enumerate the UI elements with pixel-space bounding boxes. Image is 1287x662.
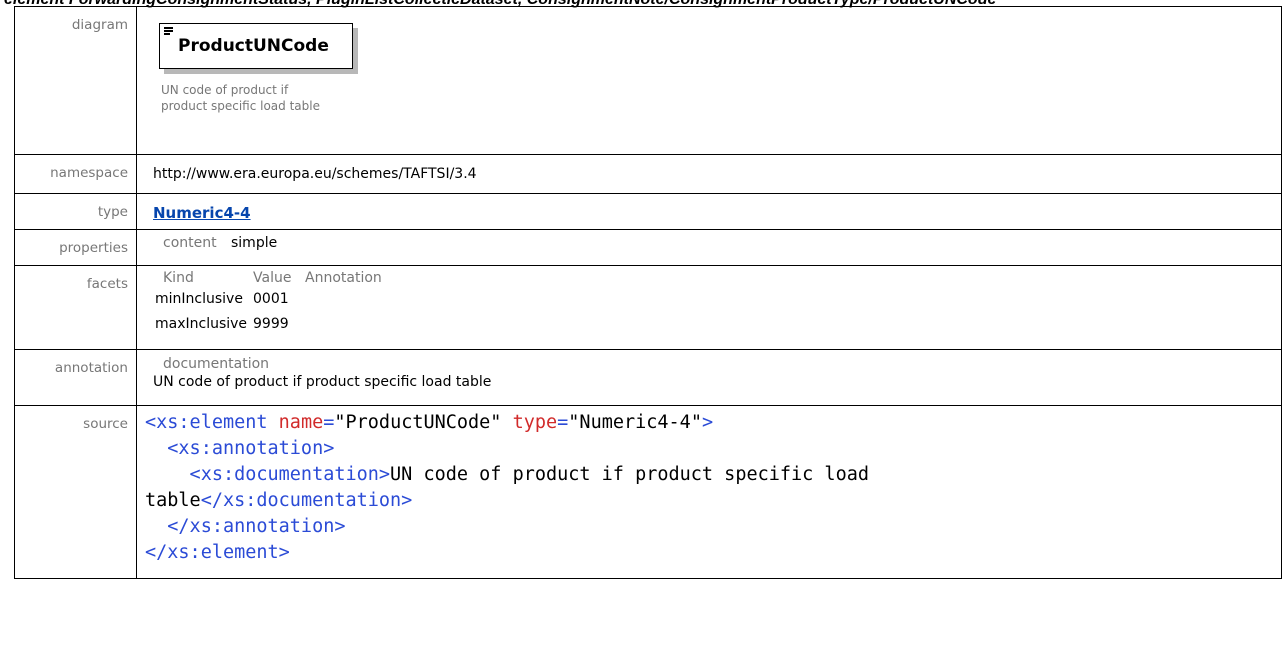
source-code: <xs:element name="ProductUNCode" type="N… (145, 412, 869, 563)
facet-kind: minInclusive (155, 291, 243, 307)
type-row: type Numeric4-4 (14, 193, 1282, 230)
element-diagram[interactable]: ProductUNCode UN code of product if prod… (159, 23, 369, 143)
namespace-label: namespace (14, 154, 137, 194)
facets-header: Kind Value Annotation (137, 266, 1281, 286)
diagram-label: diagram (14, 6, 137, 155)
type-link[interactable]: Numeric4-4 (153, 204, 251, 222)
namespace-row: namespace http://www.era.europa.eu/schem… (14, 154, 1282, 194)
diagram-element-name: ProductUNCode (178, 36, 329, 56)
annotation-row: annotation documentation UN code of prod… (14, 349, 1282, 406)
source-row: source <xs:element name="ProductUNCode" … (14, 405, 1282, 579)
source-label: source (14, 405, 137, 579)
diagram-row: diagram ProductUNCode UN code of product… (14, 6, 1282, 155)
annotation-text: UN code of product if product specific l… (153, 374, 492, 390)
property-content: content simple (137, 230, 1281, 251)
annotation-key: documentation (163, 356, 270, 372)
facet-kind: maxInclusive (155, 316, 248, 332)
facet-value: 0001 (253, 291, 289, 307)
facet-row: maxInclusive 9999 (137, 311, 1281, 336)
property-value: simple (231, 235, 278, 251)
documentation-lines-icon (164, 27, 173, 36)
facets-header-value: Value (253, 270, 292, 286)
namespace-value: http://www.era.europa.eu/schemes/TAFTSI/… (153, 166, 477, 182)
facets-row: facets Kind Value Annotation minInclusiv… (14, 265, 1282, 350)
facet-value: 9999 (253, 316, 289, 332)
diagram-cell: ProductUNCode UN code of product if prod… (136, 6, 1282, 155)
properties-label: properties (14, 229, 137, 266)
annotation-label: annotation (14, 349, 137, 406)
diagram-doc-line-1: UN code of product if (161, 83, 289, 97)
facet-row: minInclusive 0001 (137, 286, 1281, 311)
properties-row: properties content simple (14, 229, 1282, 266)
property-key: content (163, 235, 217, 251)
diagram-doc-line-2: product specific load table (161, 99, 320, 113)
facets-header-annotation: Annotation (305, 270, 382, 286)
diagram-element-box[interactable]: ProductUNCode (159, 23, 353, 69)
diagram-documentation: UN code of product if product specific l… (161, 82, 361, 114)
element-properties-table: diagram ProductUNCode UN code of product… (14, 6, 1282, 579)
type-label: type (14, 193, 137, 230)
facets-label: facets (14, 265, 137, 350)
facets-header-kind: Kind (163, 270, 194, 286)
